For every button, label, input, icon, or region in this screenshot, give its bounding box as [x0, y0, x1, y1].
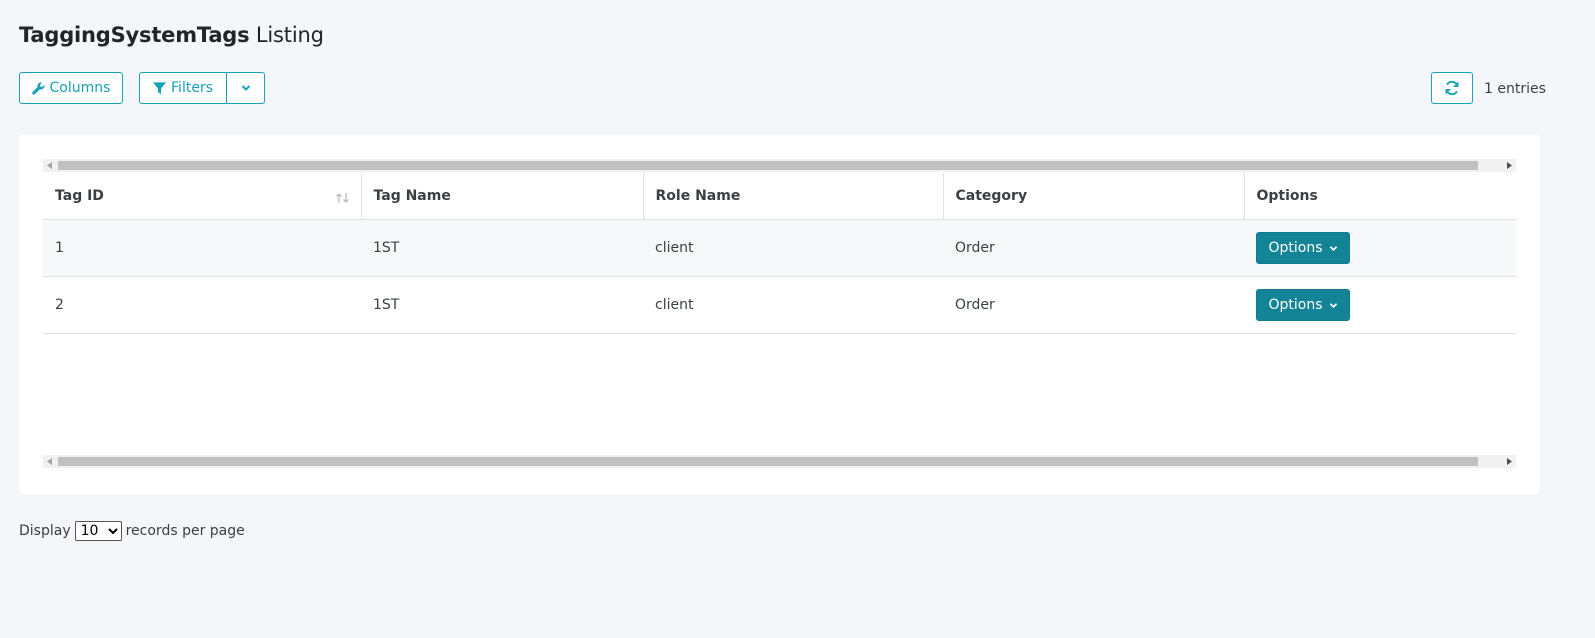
wrench-icon	[31, 81, 45, 95]
columns-button[interactable]: Columns	[19, 72, 123, 104]
sort-icon[interactable]	[335, 192, 351, 208]
cell-tag-name: 1ST	[361, 276, 643, 334]
cell-tag-id: 2	[43, 276, 361, 334]
header-category[interactable]: Category	[943, 173, 1245, 220]
header-options: Options	[1244, 173, 1516, 220]
cell-role-name: client	[643, 276, 943, 334]
cell-options: Options	[1244, 219, 1516, 277]
entries-count: 1 entries	[1484, 81, 1546, 97]
cell-tag-name: 1ST	[361, 219, 643, 277]
horizontal-scrollbar-top[interactable]	[43, 159, 1516, 172]
table-panel: Tag ID Tag Name Role Name Category Optio…	[19, 135, 1540, 494]
scroll-right-arrow-icon[interactable]	[1502, 455, 1516, 468]
table-row: 2 1ST client Order Options	[43, 276, 1516, 334]
filters-button[interactable]: Filters	[139, 72, 227, 104]
chevron-down-icon	[241, 84, 251, 92]
table-row: 1 1ST client Order Options	[43, 219, 1516, 277]
tags-table: Tag ID Tag Name Role Name Category Optio…	[43, 173, 1516, 334]
filters-button-label: Filters	[171, 80, 213, 96]
scroll-left-arrow-icon[interactable]	[43, 455, 57, 468]
records-per-page-control: Display 10 records per page	[19, 521, 245, 541]
display-label: Display	[19, 523, 71, 539]
page-title: TaggingSystemTags Listing	[19, 20, 324, 50]
refresh-button[interactable]	[1431, 72, 1473, 104]
cell-tag-id: 1	[43, 219, 361, 277]
options-button-label: Options	[1268, 296, 1323, 313]
table-header-row: Tag ID Tag Name Role Name Category Optio…	[43, 173, 1516, 220]
cell-category: Order	[943, 219, 1244, 277]
scroll-left-arrow-icon[interactable]	[43, 159, 57, 172]
header-tag-id-label: Tag ID	[55, 187, 104, 204]
horizontal-scrollbar-bottom[interactable]	[43, 455, 1516, 468]
columns-button-label: Columns	[49, 80, 111, 96]
scrollbar-thumb[interactable]	[58, 457, 1478, 466]
per-page-select[interactable]: 10	[74, 521, 122, 541]
scrollbar-thumb[interactable]	[58, 161, 1478, 170]
header-tag-name[interactable]: Tag Name	[361, 173, 644, 220]
filter-icon	[153, 81, 167, 95]
page-title-bold: TaggingSystemTags	[19, 23, 250, 47]
page: TaggingSystemTags Listing Columns Filter…	[0, 0, 1595, 638]
header-tag-id[interactable]: Tag ID	[43, 173, 362, 220]
cell-role-name: client	[643, 219, 943, 277]
options-button[interactable]: Options	[1256, 231, 1350, 264]
options-button-label: Options	[1268, 239, 1323, 256]
header-role-name[interactable]: Role Name	[643, 173, 944, 220]
filters-dropdown-toggle[interactable]	[226, 72, 265, 104]
chevron-down-icon	[1329, 297, 1338, 313]
cell-options: Options	[1244, 276, 1516, 334]
refresh-icon	[1444, 80, 1460, 96]
records-per-page-label: records per page	[125, 523, 245, 539]
page-title-suffix: Listing	[255, 23, 324, 47]
options-button[interactable]: Options	[1256, 288, 1350, 321]
cell-category: Order	[943, 276, 1244, 334]
scroll-right-arrow-icon[interactable]	[1502, 159, 1516, 172]
chevron-down-icon	[1329, 240, 1338, 256]
